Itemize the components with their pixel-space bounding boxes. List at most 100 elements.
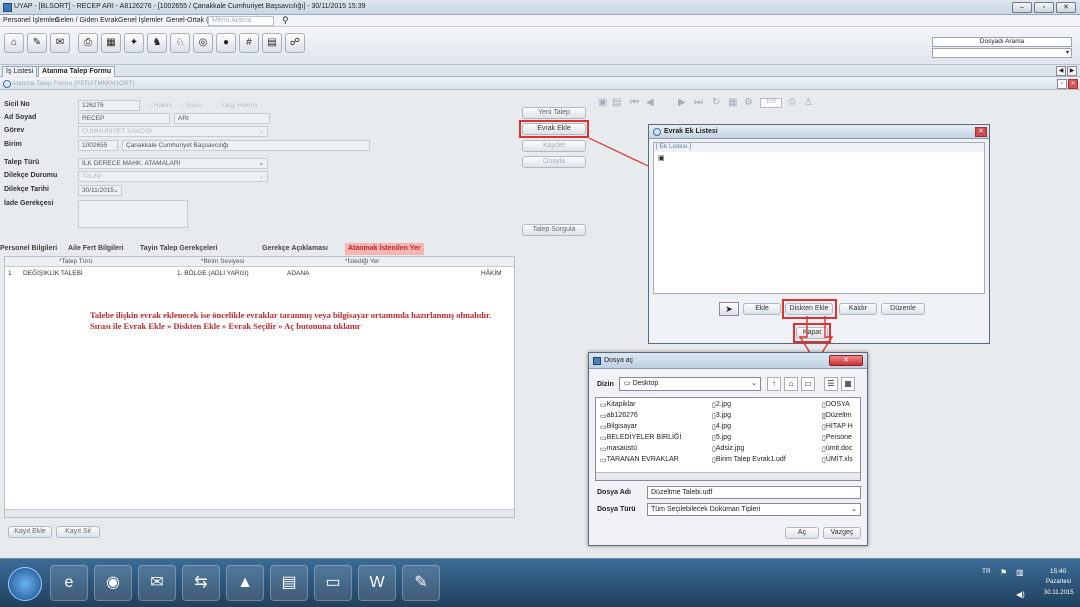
list-item[interactable]: ▯ Düzeltm: [822, 412, 852, 420]
hakim-radio[interactable]: ○ Hakim: [148, 102, 172, 109]
document-icon[interactable]: ✉: [50, 33, 70, 53]
print2-icon[interactable]: ⎙: [788, 97, 796, 108]
birim-kod-field[interactable]: 1002655: [78, 140, 118, 151]
tool-icon[interactable]: ✦: [124, 33, 144, 53]
user-add-icon[interactable]: ♞: [147, 33, 167, 53]
network-tray-icon[interactable]: ▥: [1016, 568, 1024, 577]
duzenle-button[interactable]: Düzenle: [881, 303, 925, 315]
file-list-scrollbar[interactable]: [596, 472, 860, 480]
explorer-icon[interactable]: ▤: [270, 565, 308, 601]
ie-icon[interactable]: e: [50, 565, 88, 601]
fit-icon[interactable]: ▦: [728, 97, 737, 108]
network-icon[interactable]: ☍: [285, 33, 305, 53]
dizin-select[interactable]: ▭ Desktop ⌄: [619, 377, 761, 391]
close-form-icon[interactable]: ✕: [1068, 79, 1078, 89]
document-search-field[interactable]: Dosyadı Arama: [932, 37, 1072, 47]
calculator-icon[interactable]: #: [239, 33, 259, 53]
grid-icon[interactable]: ▦: [101, 33, 121, 53]
list-item[interactable]: ▭ Kitapiklar: [600, 401, 635, 409]
list-item[interactable]: ▭ masaüstü: [600, 445, 637, 453]
list-item[interactable]: ▯ HİTAP H: [822, 423, 853, 431]
file-list[interactable]: ▭ Kitapiklar ▭ ab126276 ▭ Bilgisayar ▭ B…: [595, 397, 861, 481]
restore-button[interactable]: ▫: [1034, 2, 1054, 13]
home-icon[interactable]: ⌂: [784, 377, 798, 391]
dosya-turu-select[interactable]: Tüm Seçilebilecek Doküman Tipleri ⌄: [647, 503, 861, 516]
save-icon[interactable]: ▣: [598, 97, 607, 108]
globe-icon[interactable]: ◎: [193, 33, 213, 53]
tab-next-icon[interactable]: ▶: [1067, 66, 1077, 76]
savci-radio[interactable]: ○ Savcı: [180, 102, 202, 109]
tab-tayin-gerekce[interactable]: Tayin Talep Gerekçeleri: [140, 243, 218, 255]
table-icon[interactable]: ▤: [262, 33, 282, 53]
yargi-radio[interactable]: ○ Yargı Hakimi: [215, 102, 257, 109]
print-icon[interactable]: ▤: [612, 97, 621, 108]
list-view-icon[interactable]: ☰: [824, 377, 838, 391]
list-item[interactable]: ▯ 3.jpg: [712, 412, 731, 420]
new-folder-icon[interactable]: ▭: [801, 377, 815, 391]
sicil-field[interactable]: 126276: [78, 100, 140, 111]
ad-field[interactable]: RECEP: [78, 113, 170, 124]
list-item[interactable]: ▯ ümit.doc: [822, 445, 852, 453]
file-node-icon[interactable]: ▣: [658, 154, 665, 162]
list-item[interactable]: ▯ DOSYA: [822, 401, 850, 409]
kayit-ekle-button[interactable]: Kayıt Ekle: [8, 526, 52, 538]
list-item[interactable]: ▯ Persone: [822, 434, 852, 442]
uyap-icon[interactable]: ▲: [226, 565, 264, 601]
volume-icon[interactable]: ◀): [1016, 590, 1025, 599]
menu-evrak[interactable]: Gelen / Giden Evrak: [55, 17, 118, 24]
minimize-button[interactable]: –: [1012, 2, 1032, 13]
zoom-icon[interactable]: ⚙: [744, 97, 753, 108]
ekle-button[interactable]: Ekle: [743, 303, 781, 315]
list-item[interactable]: ▯ 5.jpg: [712, 434, 731, 442]
dilekce-tarihi-field[interactable]: 30/11/2015 ⌄: [78, 185, 122, 196]
person-icon[interactable]: ♙: [804, 97, 813, 108]
calendar-dropdown-icon[interactable]: ⌄: [114, 186, 119, 195]
tab-is-listesi[interactable]: İş Listesi: [2, 66, 38, 77]
network-app-icon[interactable]: ⇆: [182, 565, 220, 601]
menu-personel[interactable]: Personel İşlemleri: [3, 17, 59, 24]
vazgec-button[interactable]: Vazgeç: [823, 527, 861, 539]
soyad-field[interactable]: ARI: [174, 113, 270, 124]
language-indicator[interactable]: TR: [982, 568, 991, 575]
dilekce-durumu-select[interactable]: TALEP ⌄: [78, 171, 268, 182]
details-view-icon[interactable]: ▦: [841, 377, 855, 391]
talep-sorgula-button[interactable]: Talep Sorgula: [522, 224, 586, 236]
close-icon[interactable]: ✕: [829, 355, 863, 366]
tab-atanmak-istenilen[interactable]: Atanmak İstenilen Yer: [345, 243, 424, 255]
iade-field[interactable]: [78, 200, 188, 228]
list-item[interactable]: ▯ Adsiz.jpg: [712, 445, 744, 453]
search-icon[interactable]: ⚲: [282, 15, 289, 26]
first-page-icon[interactable]: ⏮: [630, 97, 639, 108]
refresh-icon[interactable]: ↻: [712, 97, 720, 108]
dosya-adi-input[interactable]: Düzeltme Talebi.udf: [647, 486, 861, 499]
tab-atanma-talep[interactable]: Atanma Talep Formu: [38, 66, 116, 77]
chrome-icon[interactable]: ◉: [94, 565, 132, 601]
folder-app-icon[interactable]: ▭: [314, 565, 352, 601]
tab-personel-bilgileri[interactable]: Personel Bilgileri: [0, 243, 57, 255]
ac-button[interactable]: Aç: [785, 527, 819, 539]
menu-search-input[interactable]: Menu Arama: [208, 16, 274, 26]
kaldir-button[interactable]: Kaldır: [839, 303, 877, 315]
tab-gerekce-aciklama[interactable]: Gerekçe Açıklaması: [262, 243, 328, 255]
tab-prev-icon[interactable]: ◀: [1056, 66, 1066, 76]
paint-icon[interactable]: ✎: [402, 565, 440, 601]
last-page-icon[interactable]: ⏭: [694, 97, 703, 108]
up-folder-icon[interactable]: ↑: [767, 377, 781, 391]
print-icon[interactable]: ⎙: [78, 33, 98, 53]
close-icon[interactable]: ✕: [975, 127, 987, 137]
word-icon[interactable]: W: [358, 565, 396, 601]
restore-form-icon[interactable]: ▫: [1057, 79, 1067, 89]
list-item[interactable]: ▭ BELEDİYELER BİRLİĞİ: [600, 434, 681, 442]
list-item[interactable]: ▭ Bilgisayar: [600, 423, 637, 431]
kayit-sil-button[interactable]: Kayıt Sil: [56, 526, 100, 538]
list-item[interactable]: ▭ ab126276: [600, 412, 638, 420]
prev-page-icon[interactable]: ◀: [646, 97, 654, 108]
user-remove-icon[interactable]: ♘: [170, 33, 190, 53]
stop-icon[interactable]: ●: [216, 33, 236, 53]
list-item[interactable]: ▯ ÜMİT.xls: [822, 456, 853, 464]
yeni-talep-button[interactable]: Yeni Talep: [522, 107, 586, 119]
arrow-right-icon[interactable]: ➤: [719, 302, 739, 316]
clock-time[interactable]: 15:40: [1050, 568, 1066, 575]
birim-ad-field[interactable]: Çanakkale Cumhuriyet Başsavcılığı: [122, 140, 370, 151]
onayla-button[interactable]: Onayla: [522, 156, 586, 168]
